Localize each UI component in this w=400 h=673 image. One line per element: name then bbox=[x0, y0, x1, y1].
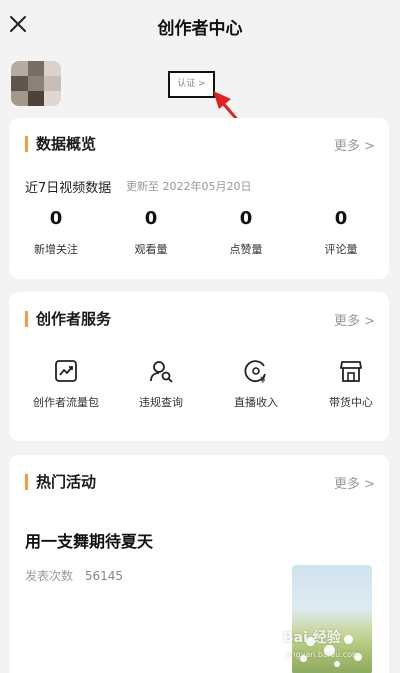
page-title: 创作者中心 bbox=[157, 19, 243, 39]
data-update-time: 更新至 2022年05月20日 bbox=[126, 180, 252, 193]
data-overview-title: 数据概览 bbox=[25, 136, 96, 152]
service-label: 违规查询 bbox=[139, 396, 183, 409]
service-traffic-pack[interactable]: 创作者流量包 bbox=[21, 358, 111, 410]
stat-value: 0 bbox=[49, 208, 63, 229]
activity-post-count: 56145 bbox=[84, 569, 124, 583]
service-label: 创作者流量包 bbox=[33, 396, 99, 409]
service-live-income[interactable]: ¥ 直播收入 bbox=[211, 358, 301, 410]
activity-meta: 发表次数 56145 bbox=[25, 567, 123, 584]
service-label: 带货中心 bbox=[329, 396, 373, 409]
stat-comments[interactable]: 0 评论量 bbox=[301, 208, 381, 257]
shop-icon bbox=[340, 361, 362, 382]
traffic-chart-icon bbox=[55, 360, 77, 382]
user-search-icon bbox=[150, 361, 173, 383]
data-overview-more-link[interactable]: 更多 > bbox=[334, 135, 375, 154]
stat-label: 新增关注 bbox=[34, 243, 78, 256]
svg-text:¥: ¥ bbox=[260, 376, 266, 384]
stat-label: 点赞量 bbox=[229, 243, 263, 256]
avatar[interactable] bbox=[11, 61, 61, 106]
baidu-watermark: Bai 经验 bbox=[283, 630, 341, 646]
data-overview-card: 数据概览 更多 > 近7日视频数据 更新至 2022年05月20日 0 新增关注… bbox=[9, 118, 389, 279]
activity-meta-label: 发表次数 bbox=[25, 569, 74, 583]
header-bar: 创作者中心 bbox=[0, 0, 400, 52]
creator-services-card: 创作者服务 更多 > 创作者流量包 违规查询 ¥ 直播收入 带货中心 bbox=[9, 292, 389, 441]
live-income-icon: ¥ bbox=[244, 360, 266, 384]
hot-activities-title: 热门活动 bbox=[25, 474, 96, 490]
service-shop-center[interactable]: 带货中心 bbox=[306, 358, 396, 410]
activity-title[interactable]: 用一支舞期待夏天 bbox=[25, 528, 153, 552]
stat-likes[interactable]: 0 点赞量 bbox=[206, 208, 286, 257]
hot-activities-more-link[interactable]: 更多 > bbox=[334, 473, 375, 492]
stat-label: 评论量 bbox=[324, 243, 358, 256]
baidu-watermark-url: jingyan.baidu.com bbox=[286, 650, 360, 659]
stat-value: 0 bbox=[144, 208, 158, 229]
creator-services-more-link[interactable]: 更多 > bbox=[334, 310, 375, 329]
service-violation-query[interactable]: 违规查询 bbox=[116, 358, 206, 410]
creator-services-title: 创作者服务 bbox=[25, 311, 111, 327]
service-label: 直播收入 bbox=[234, 396, 278, 409]
stat-views[interactable]: 0 观看量 bbox=[111, 208, 191, 257]
stat-value: 0 bbox=[334, 208, 348, 229]
stat-value: 0 bbox=[239, 208, 253, 229]
stat-label: 观看量 bbox=[134, 243, 168, 256]
data-overview-subhead: 近7日视频数据 bbox=[25, 181, 112, 196]
stat-new-followers[interactable]: 0 新增关注 bbox=[16, 208, 96, 257]
